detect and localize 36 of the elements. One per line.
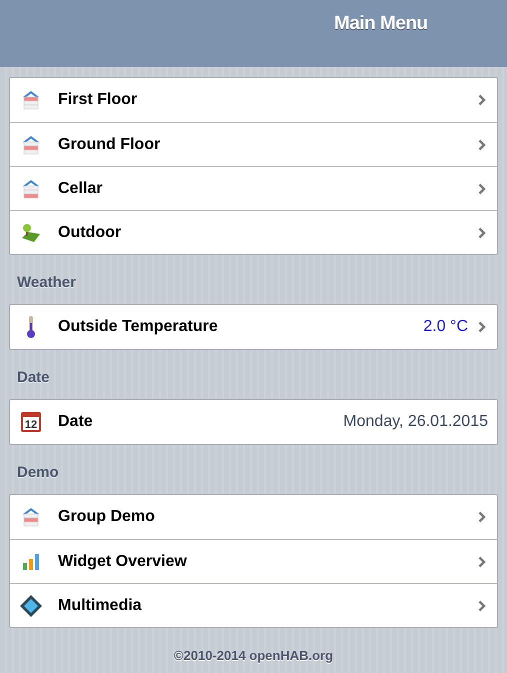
menu-item[interactable]: Outside Temperature 2.0 °C bbox=[10, 305, 497, 349]
section-heading: Weather bbox=[17, 273, 76, 294]
chevron-icon bbox=[478, 321, 486, 333]
item-label: Date bbox=[58, 412, 94, 432]
chevron-icon bbox=[478, 226, 486, 238]
item-label: Widget Overview bbox=[58, 552, 188, 572]
menu-item[interactable]: Ground Floor bbox=[10, 122, 497, 166]
chevron-icon bbox=[478, 511, 486, 523]
bar-chart-icon bbox=[22, 552, 40, 570]
page-title: Main Menu bbox=[334, 12, 428, 36]
item-label: Outdoor bbox=[58, 222, 122, 242]
item-label: Cellar bbox=[58, 178, 104, 198]
chevron-icon bbox=[478, 182, 486, 194]
section-heading: Demo bbox=[17, 463, 59, 484]
chevron-icon bbox=[478, 94, 486, 106]
menu-item[interactable]: Group Demo bbox=[10, 495, 497, 539]
menu-item[interactable]: Widget Overview bbox=[10, 539, 497, 583]
item-label: Multimedia bbox=[58, 596, 143, 616]
menu-item[interactable]: Cellar bbox=[10, 166, 497, 210]
chevron-icon bbox=[478, 600, 486, 612]
menu-item[interactable]: Outdoor bbox=[10, 210, 497, 254]
calendar-icon: 12 bbox=[20, 411, 42, 433]
chevron-icon bbox=[478, 556, 486, 568]
thermometer-icon bbox=[25, 315, 37, 339]
item-value: 2.0 °C bbox=[423, 317, 468, 337]
section-heading: Date bbox=[17, 368, 50, 388]
item-label: Group Demo bbox=[58, 507, 156, 527]
item-label: First Floor bbox=[58, 90, 138, 110]
menu-item[interactable]: First Floor bbox=[10, 78, 497, 122]
footer-text: ©2010-2014 openHAB.org bbox=[174, 647, 334, 665]
item-label: Ground Floor bbox=[58, 134, 162, 154]
item-value: Monday, 26.01.2015 bbox=[343, 412, 488, 432]
menu-item[interactable]: Multimedia bbox=[10, 583, 497, 627]
item-label: Outside Temperature bbox=[58, 317, 219, 337]
chevron-icon bbox=[478, 138, 486, 150]
tree-icon bbox=[20, 222, 42, 244]
